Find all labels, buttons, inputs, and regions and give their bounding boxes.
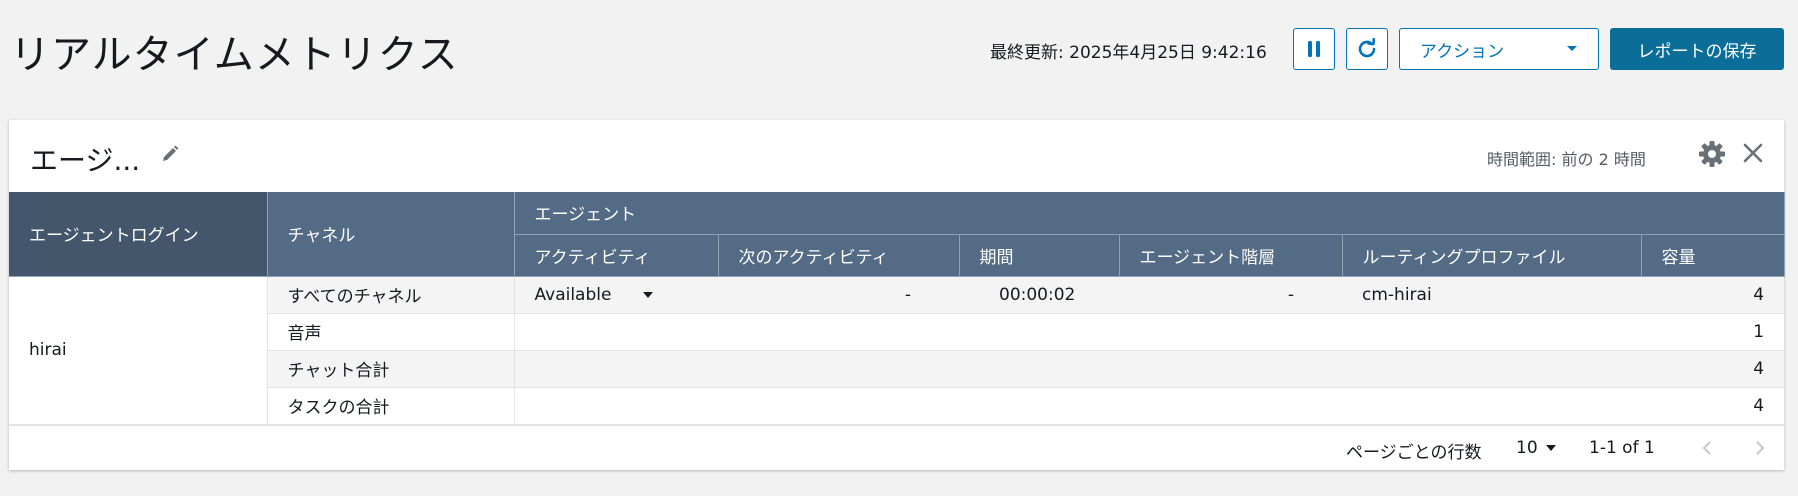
column-header-next-activity[interactable]: 次のアクティビティ: [718, 234, 960, 277]
table-row: hirai すべてのチャネル Available - 00:00:02 - cm…: [9, 276, 1785, 425]
refresh-icon: [1358, 38, 1376, 58]
pencil-icon[interactable]: [161, 145, 179, 163]
channel-cell: 音声: [267, 313, 515, 351]
empty-cell: [514, 387, 1641, 425]
table-row: チャット合計 4: [9, 350, 1785, 388]
page-range-text: 1-1 of 1: [1589, 438, 1655, 458]
empty-cell: [514, 350, 1641, 388]
channel-cell: タスクの合計: [267, 387, 515, 425]
column-header-agent-login[interactable]: エージェントログイン: [9, 192, 268, 277]
table-row: 音声 1: [9, 313, 1785, 351]
activity-value: Available: [534, 284, 612, 305]
widget-title: エージ...: [30, 144, 141, 177]
close-icon[interactable]: [1742, 142, 1764, 164]
empty-cell: [514, 313, 1641, 351]
capacity-cell: 4: [1641, 276, 1785, 314]
action-dropdown[interactable]: アクション: [1399, 28, 1599, 70]
activity-cell[interactable]: Available: [514, 276, 718, 314]
refresh-button[interactable]: [1346, 28, 1388, 70]
rows-per-page-value: 10: [1516, 438, 1538, 458]
capacity-cell: 4: [1641, 350, 1785, 388]
table-row: タスクの合計 4: [9, 387, 1785, 425]
metrics-widget: エージ... 時間範囲: 前の 2 時間 エージェントログイン チャネル エージ…: [9, 120, 1785, 470]
channel-cell: チャット合計: [267, 350, 515, 388]
duration-cell: 00:00:02: [959, 276, 1119, 314]
pagination: ページごとの行数 10 1-1 of 1: [9, 425, 1784, 470]
group-header-agent: エージェント: [514, 192, 1785, 235]
page-title: リアルタイムメトリクス: [10, 32, 459, 78]
pause-icon: [1308, 41, 1320, 57]
column-header-channel[interactable]: チャネル: [267, 192, 515, 277]
capacity-cell: 1: [1641, 313, 1785, 351]
pause-button[interactable]: [1293, 28, 1335, 70]
next-activity-cell: -: [718, 276, 959, 314]
column-header-duration[interactable]: 期間: [959, 234, 1120, 277]
capacity-cell: 4: [1641, 387, 1785, 425]
rows-per-page-label: ページごとの行数: [1346, 443, 1482, 463]
routing-profile-cell: cm-hirai: [1342, 276, 1641, 314]
action-label: アクション: [1420, 41, 1505, 62]
column-header-agent-hierarchy[interactable]: エージェント階層: [1119, 234, 1343, 277]
metrics-table: エージェントログイン チャネル エージェント アクティビティ 次のアクティビティ…: [9, 192, 1785, 425]
caret-down-icon: [1545, 445, 1556, 451]
column-header-routing-profile[interactable]: ルーティングプロファイル: [1342, 234, 1642, 277]
time-range-text: 時間範囲: 前の 2 時間: [1487, 150, 1646, 169]
rows-per-page-select[interactable]: 10: [1516, 438, 1556, 458]
agent-login-cell: hirai: [9, 276, 268, 425]
chevron-left-icon[interactable]: [1701, 440, 1713, 456]
last-updated-text: 最終更新: 2025年4月25日 9:42:16: [990, 43, 1267, 63]
caret-down-icon: [1567, 46, 1577, 51]
save-report-button[interactable]: レポートの保存: [1610, 28, 1784, 70]
caret-down-icon[interactable]: [643, 291, 654, 298]
column-header-activity[interactable]: アクティビティ: [514, 234, 719, 277]
column-header-capacity[interactable]: 容量: [1641, 234, 1785, 277]
channel-cell: すべてのチャネル: [267, 276, 515, 314]
hierarchy-cell: -: [1119, 276, 1342, 314]
chevron-right-icon[interactable]: [1754, 440, 1766, 456]
gear-icon[interactable]: [1698, 140, 1726, 168]
